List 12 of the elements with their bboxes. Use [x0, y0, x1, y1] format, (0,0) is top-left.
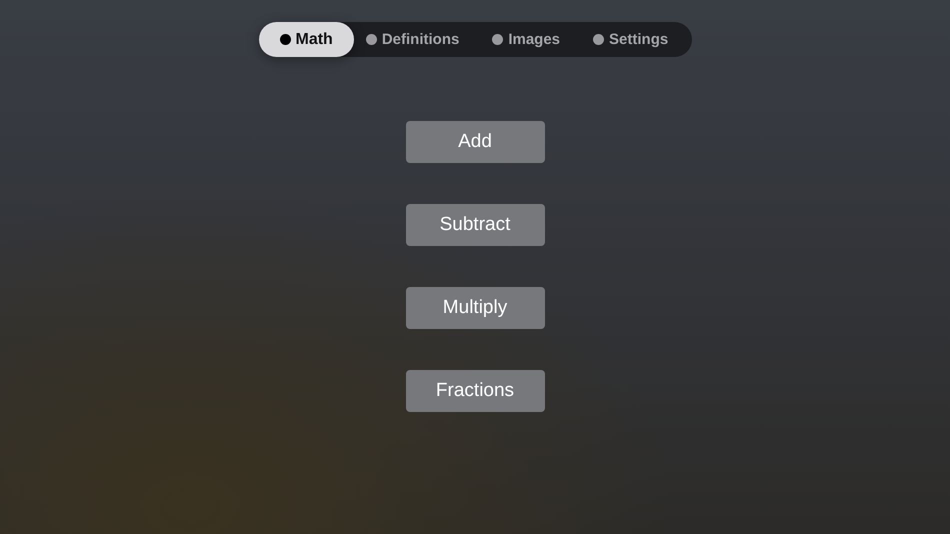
circle-icon — [280, 34, 290, 45]
tab[interactable]: Settings — [581, 22, 690, 57]
circle-icon — [593, 34, 604, 45]
circle-icon — [492, 34, 504, 45]
tab[interactable]: Images — [480, 22, 582, 57]
menu-button[interactable]: Add — [406, 121, 544, 163]
menu-button[interactable]: Multiply — [406, 287, 544, 329]
menu-button[interactable]: Fractions — [406, 370, 544, 412]
menu-button[interactable]: Subtract — [406, 204, 544, 246]
tab[interactable]: Math — [258, 22, 354, 57]
tab[interactable]: Definitions — [354, 22, 480, 57]
circle-icon — [366, 34, 377, 45]
